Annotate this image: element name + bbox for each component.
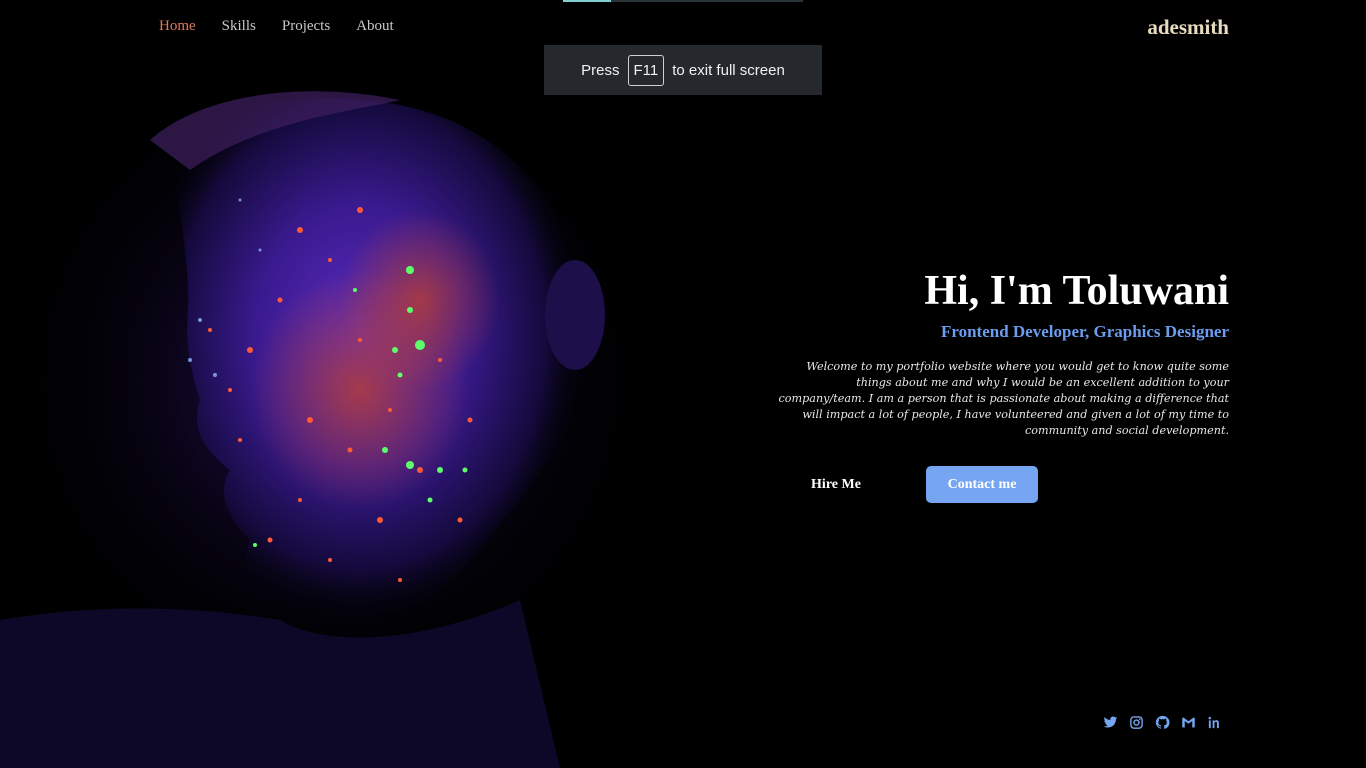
nav-home-link[interactable]: Home — [159, 18, 196, 35]
github-icon[interactable] — [1155, 715, 1170, 730]
fullscreen-toast-key: F11 — [627, 54, 665, 86]
fullscreen-progress-fill — [563, 0, 611, 2]
nav-about-link[interactable]: About — [356, 18, 394, 35]
hero-subtitle: Frontend Developer, Graphics Designer — [940, 322, 1229, 342]
contact-me-button[interactable]: Contact me — [926, 466, 1038, 503]
fullscreen-toast: Press F11 to exit full screen — [544, 45, 822, 95]
hero-title: Hi, I'm Toluwani — [924, 268, 1229, 314]
hire-me-button[interactable]: Hire Me — [796, 470, 876, 500]
instagram-icon[interactable] — [1129, 715, 1144, 730]
fullscreen-toast-prefix: Press — [581, 61, 620, 79]
nav-projects-link[interactable]: Projects — [282, 18, 330, 35]
fullscreen-progress-bar — [563, 0, 803, 2]
brand-logo[interactable]: adesmith — [1147, 15, 1229, 40]
hero-image — [0, 0, 640, 768]
twitter-icon[interactable] — [1103, 715, 1118, 730]
fullscreen-toast-suffix: to exit full screen — [672, 61, 785, 79]
social-links — [1103, 715, 1222, 730]
linkedin-icon[interactable] — [1207, 715, 1222, 730]
gmail-icon[interactable] — [1181, 715, 1196, 730]
top-nav: Home Skills Projects About — [159, 18, 420, 35]
hero-description: Welcome to my portfolio website where yo… — [778, 360, 1230, 438]
hero-text: Hi, I'm Toluwani Frontend Developer, Gra… — [769, 268, 1230, 439]
nav-skills-link[interactable]: Skills — [222, 18, 256, 35]
